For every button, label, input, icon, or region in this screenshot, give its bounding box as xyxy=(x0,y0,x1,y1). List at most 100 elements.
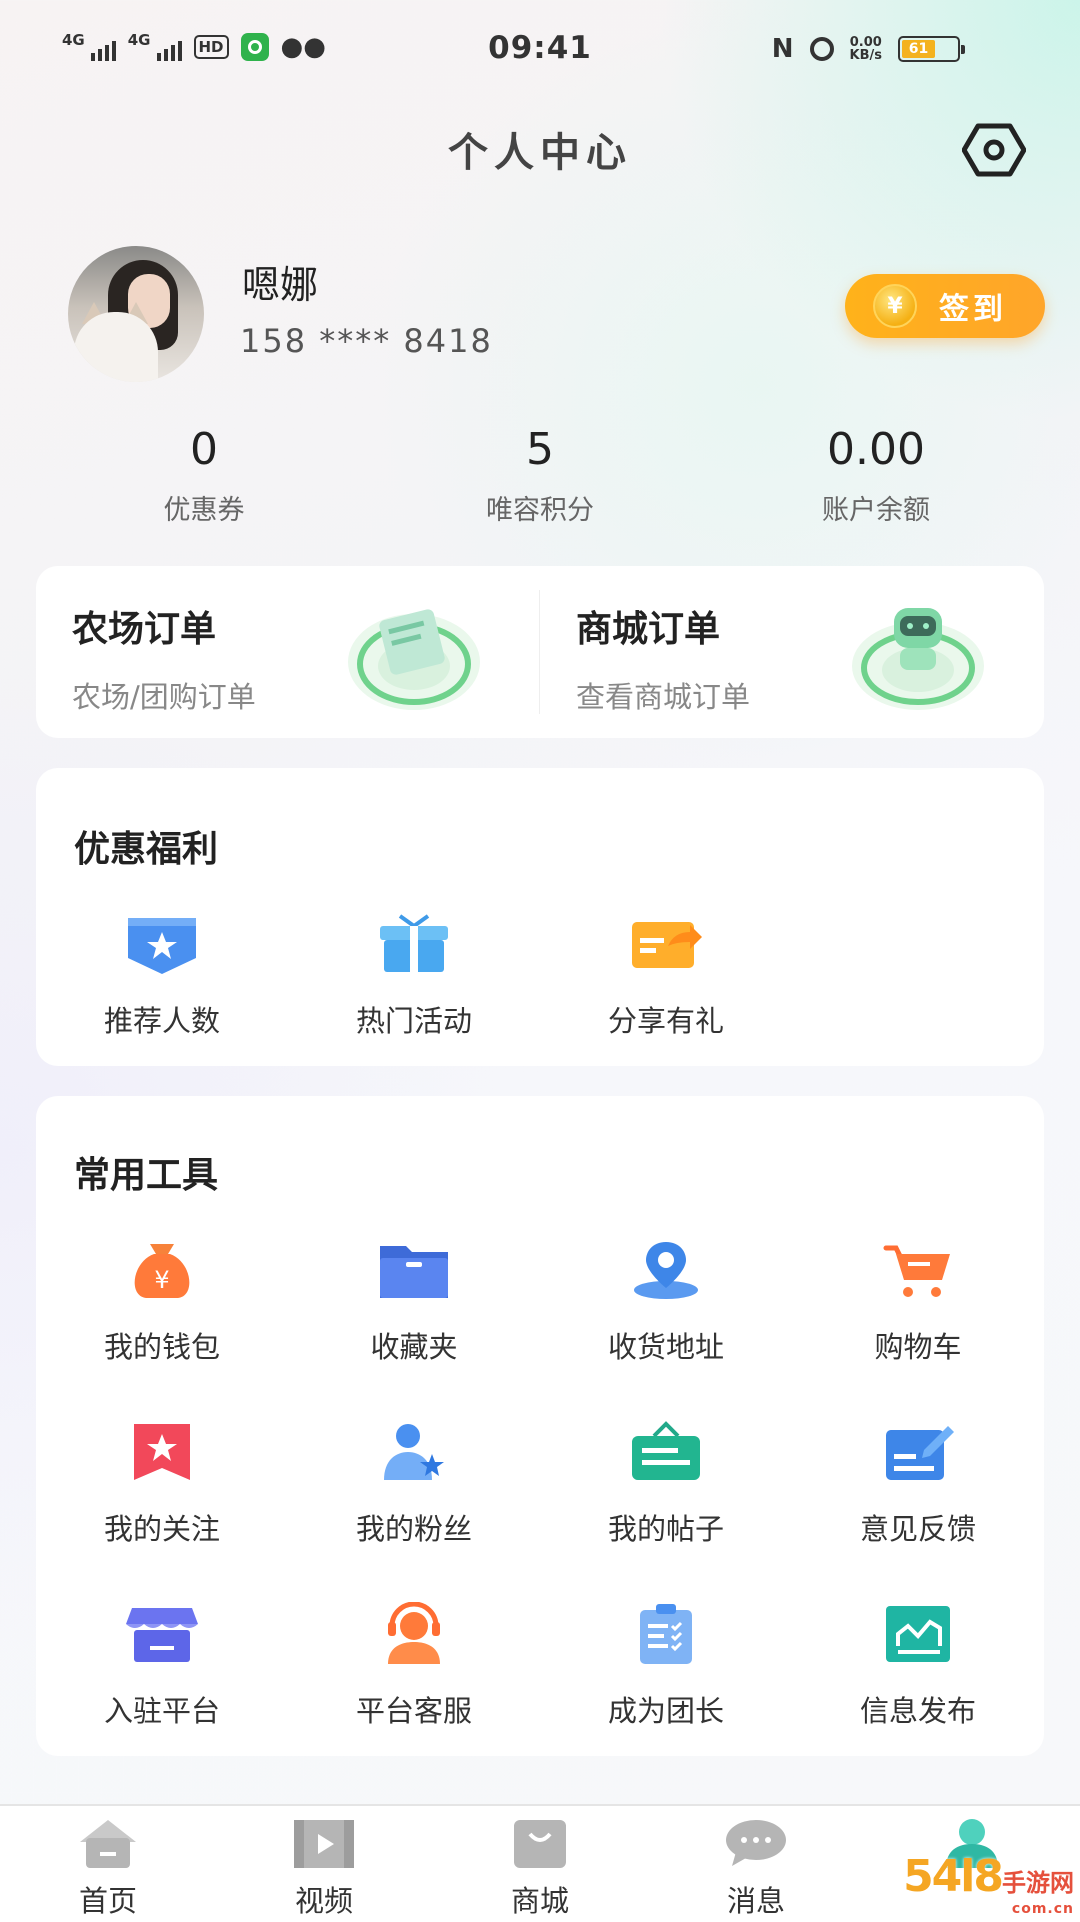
tool-label: 收藏夹 xyxy=(370,1330,458,1364)
robot-illustration-icon xyxy=(852,608,984,710)
user-phone: 158 **** 8418 xyxy=(240,322,493,360)
tool-label: 我的粉丝 xyxy=(355,1512,472,1546)
tool-label: 平台客服 xyxy=(355,1694,472,1728)
tool-customer-service[interactable]: 平台客服 xyxy=(288,1601,540,1730)
tool-label: 信息发布 xyxy=(859,1694,976,1728)
alarm-icon xyxy=(809,37,834,61)
stat-label: 优惠券 xyxy=(163,495,245,526)
tool-cart[interactable]: 购物车 xyxy=(792,1238,1044,1366)
user-name: 嗯娜 xyxy=(242,263,319,307)
speed-unit: KB/s xyxy=(849,48,882,63)
tool-feedback[interactable]: 意见反馈 xyxy=(792,1420,1044,1548)
nfc-icon: N xyxy=(771,34,794,64)
watermark-cn: 手游网 xyxy=(1002,1869,1074,1897)
video-icon xyxy=(294,1820,354,1868)
tool-label: 购物车 xyxy=(874,1330,962,1364)
benefit-label: 推荐人数 xyxy=(103,1004,220,1038)
battery-level: 61 xyxy=(902,40,935,58)
share-card-icon xyxy=(632,922,702,968)
signin-button[interactable]: ¥ 签到 xyxy=(845,274,1045,338)
tab-label: 视频 xyxy=(294,1884,353,1918)
stat-points[interactable]: 5 唯容积分 xyxy=(400,424,680,527)
tool-label: 入驻平台 xyxy=(103,1694,220,1728)
watermark-text: 54l8 xyxy=(903,1851,1004,1902)
stat-coupons[interactable]: 0 优惠券 xyxy=(64,424,344,527)
settings-icon[interactable] xyxy=(962,122,1026,178)
message-icon xyxy=(726,1820,786,1866)
orders-card: 农场订单 农场/团购订单 商城订单 查看商城订单 xyxy=(36,566,1044,738)
user-star-icon xyxy=(384,1424,444,1480)
order-subtitle: 查看商城订单 xyxy=(576,680,751,714)
feedback-edit-icon xyxy=(886,1426,954,1480)
stat-balance[interactable]: 0.00 账户余额 xyxy=(736,424,1016,527)
folder-icon xyxy=(380,1246,448,1298)
order-title: 商城订单 xyxy=(576,609,721,650)
benefit-activities[interactable]: 热门活动 xyxy=(288,912,540,1040)
watermark-logo: 54l8手游网 com.cn xyxy=(903,1851,1074,1916)
coin-icon: ¥ xyxy=(873,284,917,328)
section-title: 优惠福利 xyxy=(74,829,219,870)
tab-bar: 首页 视频 商城 消息 54l8手游网 com.cn xyxy=(0,1804,1080,1922)
benefit-label: 热门活动 xyxy=(355,1004,472,1038)
tool-label: 我的帖子 xyxy=(607,1512,724,1546)
signin-label: 签到 xyxy=(939,292,1007,327)
home-icon xyxy=(80,1820,136,1868)
network-speed: 0.00 KB/s xyxy=(850,36,882,62)
tool-following[interactable]: 我的关注 xyxy=(36,1420,288,1548)
order-subtitle: 农场/团购订单 xyxy=(72,680,256,714)
tab-label: 商城 xyxy=(510,1884,569,1918)
tool-label: 收货地址 xyxy=(607,1330,724,1364)
tab-messages[interactable]: 消息 xyxy=(648,1806,864,1922)
badge-star-icon xyxy=(128,918,196,974)
chart-board-icon xyxy=(886,1606,950,1662)
avatar[interactable] xyxy=(68,246,204,382)
shopping-cart-icon xyxy=(883,1245,950,1297)
tab-label: 首页 xyxy=(78,1884,137,1918)
tool-publish-info[interactable]: 信息发布 xyxy=(792,1602,1044,1730)
svg-text:¥: ¥ xyxy=(154,1266,169,1294)
stat-value: 0 xyxy=(190,424,218,475)
location-pin-icon xyxy=(634,1242,698,1299)
tab-label: 消息 xyxy=(726,1884,785,1918)
customer-service-icon xyxy=(388,1601,440,1664)
tab-mall[interactable]: 商城 xyxy=(432,1806,648,1922)
tool-label: 成为团长 xyxy=(607,1694,724,1728)
benefit-share[interactable]: 分享有礼 xyxy=(540,912,792,1040)
order-title: 农场订单 xyxy=(72,609,217,650)
tab-home[interactable]: 首页 xyxy=(0,1806,216,1922)
tool-favorites[interactable]: 收藏夹 xyxy=(288,1238,540,1366)
farm-orders[interactable]: 农场订单 农场/团购订单 xyxy=(36,566,539,738)
watermark-domain: com.cn xyxy=(1011,1901,1074,1917)
battery-icon: 61 xyxy=(898,36,965,62)
document-illustration-icon xyxy=(348,609,480,710)
page-title: 个人中心 xyxy=(448,130,632,176)
gift-icon xyxy=(380,914,448,972)
money-bag-icon: ¥ xyxy=(134,1244,190,1298)
tool-label: 我的关注 xyxy=(103,1512,220,1546)
tools-card: 常用工具 ¥ 我的钱包 收藏夹 收货地址 购物车 我的关注 我的粉丝 我的帖子 … xyxy=(36,1096,1044,1756)
benefits-card: 优惠福利 推荐人数 热门活动 分享有礼 xyxy=(36,768,1044,1066)
mall-orders[interactable]: 商城订单 查看商城订单 xyxy=(540,566,1044,738)
tool-label: 意见反馈 xyxy=(859,1512,976,1546)
tool-become-leader[interactable]: 成为团长 xyxy=(540,1602,792,1730)
tool-fans[interactable]: 我的粉丝 xyxy=(288,1420,540,1548)
tool-join-platform[interactable]: 入驻平台 xyxy=(36,1602,288,1730)
shopping-bag-icon xyxy=(514,1820,566,1868)
stat-value: 0.00 xyxy=(827,424,925,475)
tool-label: 我的钱包 xyxy=(103,1330,220,1364)
stat-label: 账户余额 xyxy=(822,495,930,526)
bookmark-star-icon xyxy=(134,1424,190,1480)
status-right: N 0.00 KB/s 61 xyxy=(771,34,965,64)
stat-value: 5 xyxy=(526,424,554,475)
tool-wallet[interactable]: ¥ 我的钱包 xyxy=(36,1238,288,1366)
section-title: 常用工具 xyxy=(74,1155,219,1196)
benefit-referrals[interactable]: 推荐人数 xyxy=(36,912,288,1040)
tool-address[interactable]: 收货地址 xyxy=(540,1238,792,1366)
status-bar: 4G 4G HD ●● 09:41 N 0.00 KB/s 61 xyxy=(0,0,1080,100)
clipboard-list-icon xyxy=(640,1604,692,1664)
tool-posts[interactable]: 我的帖子 xyxy=(540,1420,792,1548)
stat-label: 唯容积分 xyxy=(486,495,594,526)
benefit-label: 分享有礼 xyxy=(607,1004,724,1038)
post-board-icon xyxy=(632,1421,700,1480)
tab-video[interactable]: 视频 xyxy=(216,1806,432,1922)
